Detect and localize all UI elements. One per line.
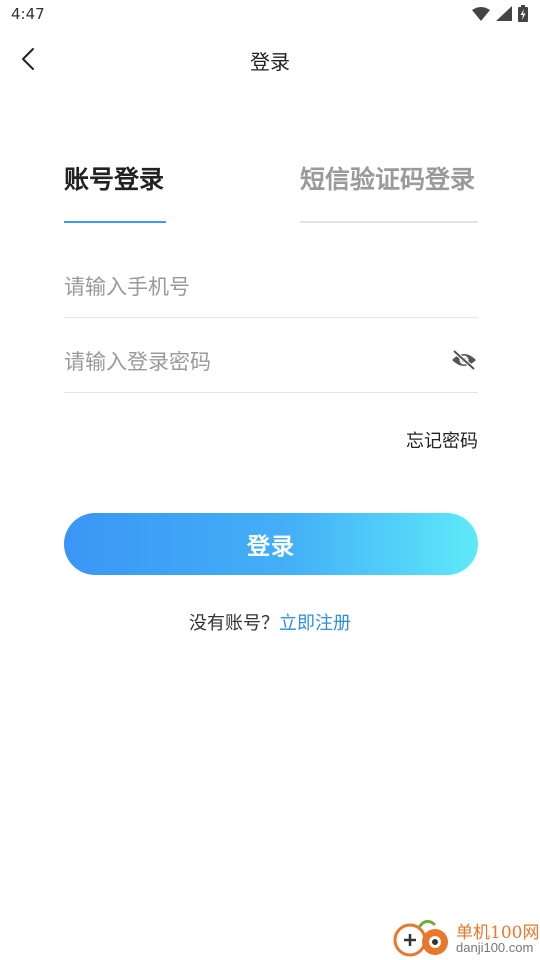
tab-inactive-indicator — [300, 221, 478, 223]
forgot-password-link[interactable]: 忘记密码 — [406, 427, 478, 453]
password-input[interactable] — [64, 344, 434, 380]
page-title: 登录 — [250, 50, 290, 74]
signal-icon — [496, 5, 512, 25]
eye-off-icon — [451, 349, 477, 374]
status-time: 4:47 — [11, 5, 45, 23]
watermark-logo: 单机100网 danji100.com — [390, 916, 540, 960]
register-line: 没有账号？立即注册 — [0, 609, 540, 635]
password-input-row — [64, 332, 478, 393]
tab-sms-login-label: 短信验证码登录 — [300, 165, 476, 194]
tab-account-login[interactable]: 账号登录 — [64, 160, 166, 223]
battery-icon — [518, 4, 528, 26]
header: 登录 — [0, 30, 540, 88]
status-icons — [472, 4, 528, 26]
watermark-text-en: danji100.com — [456, 940, 534, 955]
phone-input[interactable] — [64, 269, 434, 305]
login-button-label: 登录 — [247, 534, 295, 560]
status-bar: 4:47 — [0, 0, 540, 30]
phone-input-row — [64, 257, 478, 318]
register-prompt: 没有账号？ — [189, 613, 279, 634]
login-button[interactable]: 登录 — [64, 513, 478, 575]
register-link[interactable]: 立即注册 — [279, 613, 351, 634]
tab-sms-login[interactable]: 短信验证码登录 — [300, 160, 478, 223]
password-visibility-toggle[interactable] — [450, 349, 478, 374]
wifi-icon — [472, 6, 490, 25]
tab-account-login-label: 账号登录 — [64, 165, 165, 194]
tab-active-indicator — [64, 221, 166, 223]
